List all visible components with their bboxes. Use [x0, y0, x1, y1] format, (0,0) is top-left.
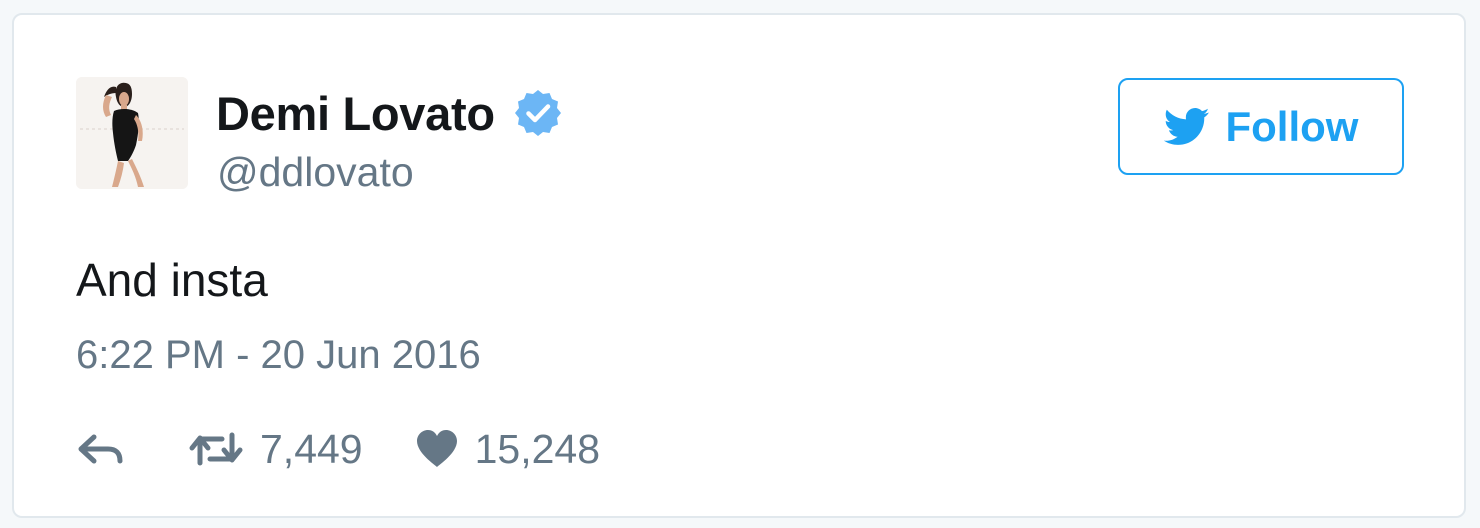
embedded-tweet-card: Demi Lovato @ddlovato Follow And insta 6… [12, 13, 1466, 518]
reply-icon [78, 434, 123, 464]
author-name[interactable]: Demi Lovato [216, 86, 495, 141]
heart-icon [416, 430, 457, 467]
like-count: 15,248 [474, 425, 601, 472]
author-name-row: Demi Lovato [216, 83, 563, 143]
verified-badge-icon [513, 88, 563, 138]
retweet-count: 7,449 [260, 425, 363, 472]
twitter-bird-icon [1163, 107, 1209, 145]
follow-button[interactable]: Follow [1118, 78, 1404, 175]
avatar-photo [76, 77, 188, 189]
tweet-timestamp[interactable]: 6:22 PM - 20 Jun 2016 [76, 333, 481, 378]
avatar[interactable] [76, 77, 188, 189]
reply-button[interactable] [76, 431, 126, 467]
retweet-button[interactable]: 7,449 [188, 426, 363, 473]
retweet-icon [189, 432, 243, 466]
tweet-actions: 7,449 15,248 [76, 419, 600, 479]
like-button[interactable]: 15,248 [415, 426, 600, 473]
author-handle[interactable]: @ddlovato [217, 149, 414, 196]
tweet-text: And insta [76, 254, 268, 306]
follow-button-label: Follow [1225, 102, 1359, 150]
